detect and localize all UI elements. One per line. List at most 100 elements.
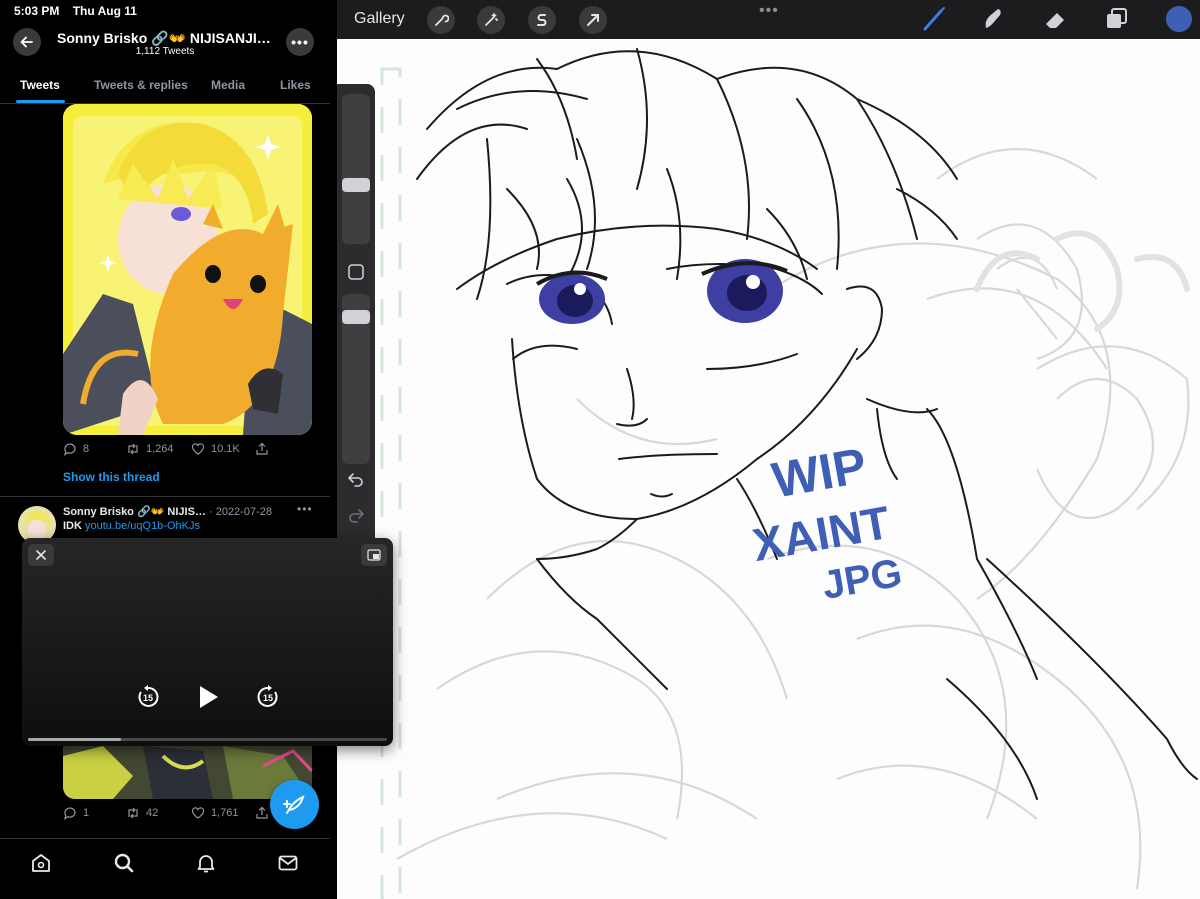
messages-icon[interactable] — [276, 851, 300, 875]
gallery-button[interactable]: Gallery — [354, 10, 405, 28]
tweet2-header: Sonny Brisko 🔗👐 NIJIS… · 2022-07-28 — [63, 505, 303, 518]
undo-icon — [347, 473, 363, 487]
square-icon — [348, 264, 364, 280]
magic-wand-icon — [485, 13, 498, 26]
like-button[interactable]: 1,761 — [191, 806, 239, 820]
more-options-button[interactable]: ••• — [286, 28, 314, 56]
reply-icon — [63, 807, 76, 820]
play-icon — [200, 686, 218, 708]
more-dots-icon[interactable]: ••• — [759, 2, 779, 20]
reply-icon — [63, 443, 76, 456]
reply-count: 8 — [83, 443, 90, 455]
tweet2-link[interactable]: youtu.be/uqQ1b-OhKJs — [85, 520, 200, 532]
share-button[interactable] — [255, 442, 269, 456]
eraser-tool-button[interactable] — [1042, 6, 1068, 32]
video-progress-bar[interactable] — [28, 738, 387, 741]
back-button[interactable] — [13, 28, 41, 56]
arrow-left-icon — [20, 36, 33, 48]
brush-size-slider[interactable] — [342, 94, 370, 244]
brush-sidebar — [337, 84, 375, 547]
tweet-2[interactable]: Sonny Brisko 🔗👐 NIJIS… · 2022-07-28 ••• … — [0, 500, 330, 544]
fanart-illustration — [63, 104, 312, 435]
undo-button[interactable] — [345, 468, 367, 490]
ellipsis-icon: ••• — [291, 34, 309, 50]
profile-tabs: Tweets Tweets & replies Media Likes — [0, 70, 330, 104]
opacity-slider[interactable] — [342, 294, 370, 464]
tweet-image[interactable] — [63, 104, 312, 435]
reply-button[interactable]: 1 — [63, 806, 89, 820]
profile-header: Sonny Brisko 🔗👐 NIJISANJI… 1,112 Tweets … — [0, 22, 330, 66]
notifications-icon[interactable] — [194, 851, 218, 875]
redo-icon — [349, 509, 365, 523]
adjustments-button[interactable] — [477, 6, 505, 34]
skip-back-button[interactable]: 15 — [134, 683, 162, 711]
actions-button[interactable] — [427, 6, 455, 34]
picture-in-picture-icon — [367, 549, 381, 561]
home-icon[interactable] — [29, 851, 53, 875]
retweet-count: 42 — [146, 807, 159, 819]
color-picker-button[interactable] — [1166, 6, 1192, 32]
retweet-button[interactable]: 1,264 — [126, 442, 174, 456]
tab-tweets-replies[interactable]: Tweets & replies — [94, 78, 188, 92]
share-button[interactable] — [255, 806, 269, 820]
pip-close-button[interactable] — [28, 544, 54, 566]
compose-feather-icon — [282, 794, 305, 814]
heart-icon — [191, 443, 205, 455]
modify-button[interactable] — [345, 261, 367, 283]
retweet-button[interactable]: 42 — [126, 806, 158, 820]
video-progress-fill — [28, 738, 122, 741]
share-icon — [256, 442, 268, 455]
smudge-tool-button[interactable] — [980, 6, 1006, 32]
procreate-toolbar: Gallery ••• — [337, 0, 1200, 39]
show-thread-link[interactable]: Show this thread — [63, 470, 160, 484]
twitter-pane: 5:03 PM Thu Aug 11 Sonny Brisko 🔗👐 NIJIS… — [0, 0, 330, 899]
pip-restore-button[interactable] — [361, 544, 387, 566]
search-icon[interactable] — [112, 851, 136, 875]
smudge-finger-icon — [985, 9, 1001, 28]
selection-button[interactable] — [528, 6, 556, 34]
like-count: 1,761 — [211, 807, 239, 819]
transform-button[interactable] — [579, 6, 607, 34]
bottom-navigation — [0, 838, 330, 899]
eraser-icon — [1046, 13, 1064, 28]
brush-tool-button[interactable] — [921, 6, 947, 32]
retweet-icon — [128, 443, 138, 455]
tweet2-text: IDK youtu.be/uqQ1b-OhKJs — [63, 520, 200, 532]
watermark-line-3: JPG — [819, 551, 905, 608]
redo-button[interactable] — [345, 504, 367, 526]
retweet-count: 1,264 — [146, 443, 174, 455]
tweet2-more-icon[interactable]: ••• — [297, 502, 313, 516]
tab-likes[interactable]: Likes — [280, 78, 311, 92]
video-pip-player[interactable]: 15 15 — [22, 538, 393, 746]
heart-icon — [191, 807, 205, 819]
skip-forward-15-icon: 15 — [257, 685, 278, 707]
tweet1-actions: 8 1,264 10.1K — [63, 442, 313, 458]
like-count: 10.1K — [211, 443, 240, 455]
layers-icon — [1107, 8, 1127, 28]
layers-button[interactable] — [1104, 6, 1130, 32]
skip-back-label: 15 — [143, 693, 153, 703]
active-tab-indicator — [16, 100, 65, 103]
retweet-icon — [128, 807, 138, 819]
tweet-divider — [0, 496, 330, 497]
profile-name: Sonny Brisko 🔗👐 NIJISANJI… — [57, 30, 271, 46]
skip-forward-button[interactable]: 15 — [254, 683, 282, 711]
skip-back-15-icon: 15 — [138, 685, 159, 707]
watermark-line-1: WIP — [768, 437, 871, 509]
arrow-cursor-icon — [587, 14, 599, 26]
tab-media[interactable]: Media — [211, 78, 245, 92]
tweet2-date: · 2022-07-28 — [208, 506, 272, 518]
tab-tweets[interactable]: Tweets — [20, 78, 60, 92]
compose-tweet-button[interactable] — [270, 780, 319, 829]
wrench-icon — [435, 14, 449, 26]
wip-watermark: WIP XAINT JPG — [749, 437, 906, 608]
brush-size-knob[interactable] — [342, 178, 370, 192]
status-bar: 5:03 PM Thu Aug 11 — [14, 4, 147, 18]
reply-button[interactable]: 8 — [63, 442, 89, 456]
play-button[interactable] — [194, 683, 222, 711]
tweet-count: 1,112 Tweets — [135, 46, 195, 57]
opacity-knob[interactable] — [342, 310, 370, 324]
like-button[interactable]: 10.1K — [191, 442, 240, 456]
procreate-canvas-pane: Gallery ••• WIP XAINT JPG — [337, 0, 1200, 899]
close-icon — [36, 550, 46, 560]
